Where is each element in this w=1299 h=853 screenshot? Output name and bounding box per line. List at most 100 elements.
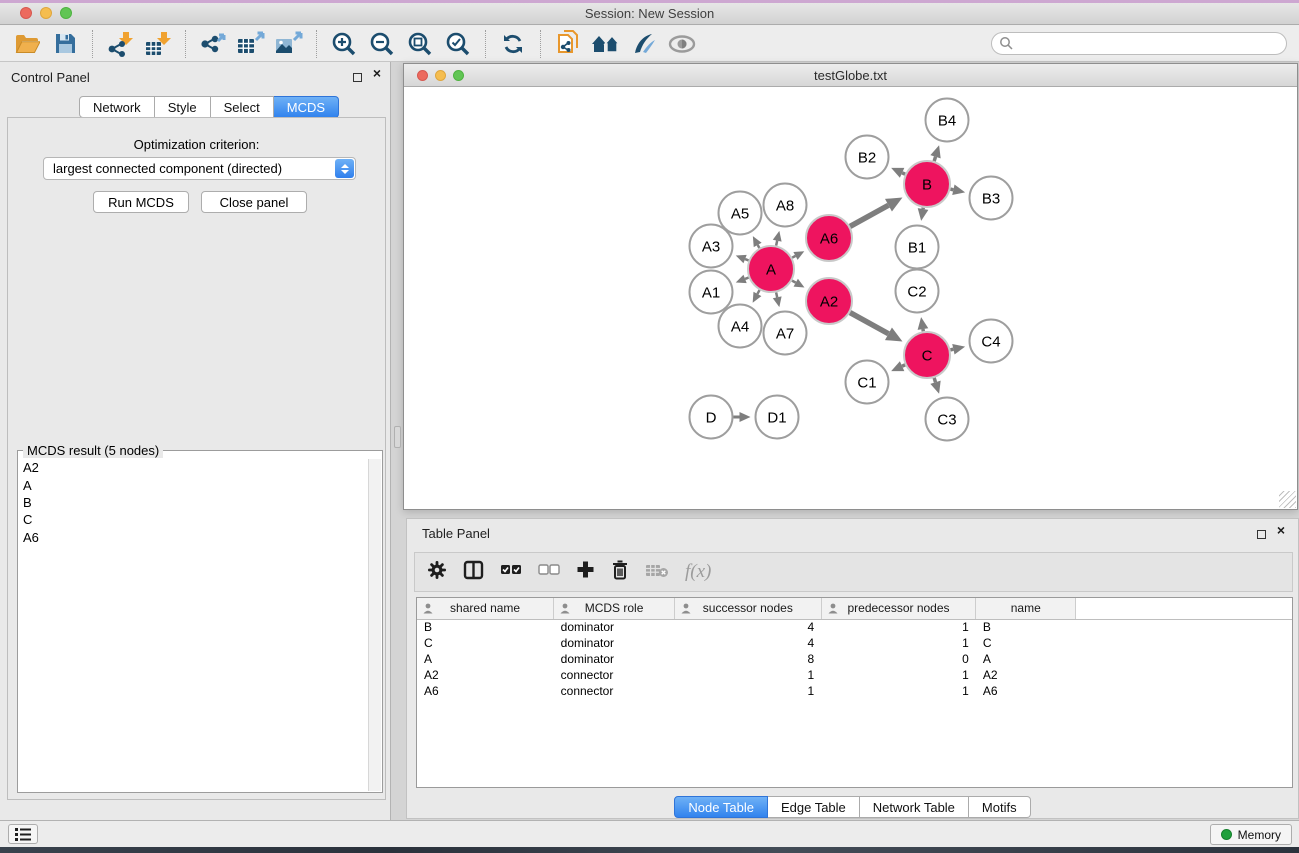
graph-edge[interactable] bbox=[745, 278, 749, 279]
table-cell[interactable]: A2 bbox=[976, 667, 1076, 683]
zoom-selected-button[interactable] bbox=[441, 29, 475, 59]
table-cell[interactable]: B bbox=[417, 619, 554, 635]
close-table-panel-icon[interactable]: × bbox=[1277, 523, 1285, 537]
table-cell[interactable]: A2 bbox=[417, 667, 554, 683]
table-cell[interactable]: dominator bbox=[554, 635, 675, 651]
mcds-result-item[interactable]: A bbox=[19, 476, 368, 493]
table-cell[interactable]: A bbox=[976, 651, 1076, 667]
mcds-result-item[interactable]: B bbox=[19, 494, 368, 511]
table-cell[interactable]: 4 bbox=[674, 635, 821, 651]
save-session-button[interactable] bbox=[48, 29, 82, 59]
table-row[interactable]: Adominator80A bbox=[417, 651, 1292, 667]
function-builder-button[interactable]: f(x) bbox=[685, 561, 711, 583]
table-cell[interactable]: 1 bbox=[821, 619, 976, 635]
table-cell[interactable]: 1 bbox=[821, 635, 976, 651]
resize-grip[interactable] bbox=[1279, 491, 1296, 508]
table-cell[interactable]: 0 bbox=[821, 651, 976, 667]
table-cell[interactable]: C bbox=[976, 635, 1076, 651]
tab-edge-table[interactable]: Edge Table bbox=[768, 796, 860, 818]
graph-edge[interactable] bbox=[902, 365, 905, 366]
mcds-result-list[interactable]: A2ABCA6 bbox=[19, 459, 368, 791]
column-header-name[interactable]: name bbox=[976, 598, 1076, 619]
tab-network[interactable]: Network bbox=[79, 96, 155, 118]
mcds-result-item[interactable]: A2 bbox=[19, 459, 368, 476]
export-image-button[interactable] bbox=[272, 29, 306, 59]
graph-edge[interactable] bbox=[850, 313, 888, 334]
tab-select[interactable]: Select bbox=[211, 96, 274, 118]
zoom-fit-button[interactable] bbox=[403, 29, 437, 59]
table-cell[interactable]: dominator bbox=[554, 651, 675, 667]
graph-edge[interactable] bbox=[757, 290, 759, 294]
float-table-panel-icon[interactable] bbox=[1257, 530, 1266, 539]
zoom-out-button[interactable] bbox=[365, 29, 399, 59]
column-header-shared-name[interactable]: shared name bbox=[417, 598, 554, 619]
column-header-successor-nodes[interactable]: successor nodes bbox=[674, 598, 821, 619]
annotation-button[interactable] bbox=[627, 29, 661, 59]
tab-style[interactable]: Style bbox=[155, 96, 211, 118]
criterion-dropdown[interactable]: largest connected component (directed) bbox=[43, 157, 356, 180]
table-row[interactable]: A2connector11A2 bbox=[417, 667, 1292, 683]
run-mcds-button[interactable]: Run MCDS bbox=[93, 191, 189, 213]
graph-edge[interactable] bbox=[934, 378, 935, 382]
table-cell[interactable]: C bbox=[417, 635, 554, 651]
table-cell[interactable]: dominator bbox=[554, 619, 675, 635]
table-cell[interactable]: A6 bbox=[976, 683, 1076, 699]
graph-edge[interactable] bbox=[950, 349, 953, 350]
table-cell[interactable]: 1 bbox=[674, 667, 821, 683]
mcds-result-item[interactable]: A6 bbox=[19, 529, 368, 546]
table-cell[interactable]: connector bbox=[554, 667, 675, 683]
close-panel-button[interactable]: Close panel bbox=[201, 191, 307, 213]
graph-edge[interactable] bbox=[776, 241, 777, 246]
duplicate-network-button[interactable] bbox=[551, 29, 585, 59]
export-table-button[interactable] bbox=[234, 29, 268, 59]
show-hide-button[interactable] bbox=[665, 29, 699, 59]
table-cell[interactable]: 8 bbox=[674, 651, 821, 667]
table-row[interactable]: Cdominator41C bbox=[417, 635, 1292, 651]
result-scrollbar[interactable] bbox=[368, 459, 381, 791]
import-table-button[interactable] bbox=[141, 29, 175, 59]
table-settings-button[interactable] bbox=[427, 560, 447, 585]
delete-table-button[interactable] bbox=[645, 562, 669, 583]
float-panel-icon[interactable] bbox=[353, 73, 362, 82]
show-columns-button[interactable] bbox=[463, 560, 484, 585]
deselect-all-button[interactable] bbox=[538, 563, 560, 581]
graph-edge[interactable] bbox=[792, 256, 795, 258]
tab-node-table[interactable]: Node Table bbox=[674, 796, 768, 818]
close-panel-icon[interactable]: × bbox=[373, 66, 381, 80]
export-network-button[interactable] bbox=[196, 29, 230, 59]
column-header-mcds-role[interactable]: MCDS role bbox=[554, 598, 675, 619]
table-row[interactable]: Bdominator41B bbox=[417, 619, 1292, 635]
table-cell[interactable]: 4 bbox=[674, 619, 821, 635]
task-history-button[interactable] bbox=[8, 824, 38, 844]
tab-mcds[interactable]: MCDS bbox=[274, 96, 339, 118]
graph-edge[interactable] bbox=[745, 259, 749, 260]
table-cell[interactable]: connector bbox=[554, 683, 675, 699]
refresh-button[interactable] bbox=[496, 29, 530, 59]
graph-edge[interactable] bbox=[758, 245, 760, 248]
graph-edge[interactable] bbox=[902, 173, 905, 174]
graph-edge[interactable] bbox=[950, 189, 953, 190]
table-cell[interactable]: B bbox=[976, 619, 1076, 635]
graph-edge[interactable] bbox=[776, 292, 777, 297]
graph-edge[interactable] bbox=[850, 205, 888, 226]
table-cell[interactable]: A6 bbox=[417, 683, 554, 699]
tab-motifs[interactable]: Motifs bbox=[969, 796, 1031, 818]
graph-edge[interactable] bbox=[934, 157, 935, 161]
network-canvas[interactable]: B4B2BB3A8A5A6A3B1AC2A1A2A4A7C4CC1C3DD1 bbox=[404, 87, 1297, 509]
table-cell[interactable]: 1 bbox=[674, 683, 821, 699]
search-input[interactable] bbox=[991, 32, 1287, 55]
open-session-button[interactable] bbox=[10, 29, 44, 59]
table-cell[interactable]: 1 bbox=[821, 683, 976, 699]
splitter-handle[interactable] bbox=[394, 426, 401, 448]
table-cell[interactable]: 1 bbox=[821, 667, 976, 683]
network-window-titlebar[interactable]: testGlobe.txt bbox=[404, 64, 1297, 87]
table-cell[interactable]: A bbox=[417, 651, 554, 667]
zoom-in-button[interactable] bbox=[327, 29, 361, 59]
home-button[interactable] bbox=[589, 29, 623, 59]
table-row[interactable]: A6connector11A6 bbox=[417, 683, 1292, 699]
import-network-button[interactable] bbox=[103, 29, 137, 59]
graph-edge[interactable] bbox=[792, 281, 796, 283]
column-header-predecessor-nodes[interactable]: predecessor nodes bbox=[821, 598, 976, 619]
select-all-button[interactable] bbox=[500, 563, 522, 581]
mcds-result-item[interactable]: C bbox=[19, 511, 368, 528]
